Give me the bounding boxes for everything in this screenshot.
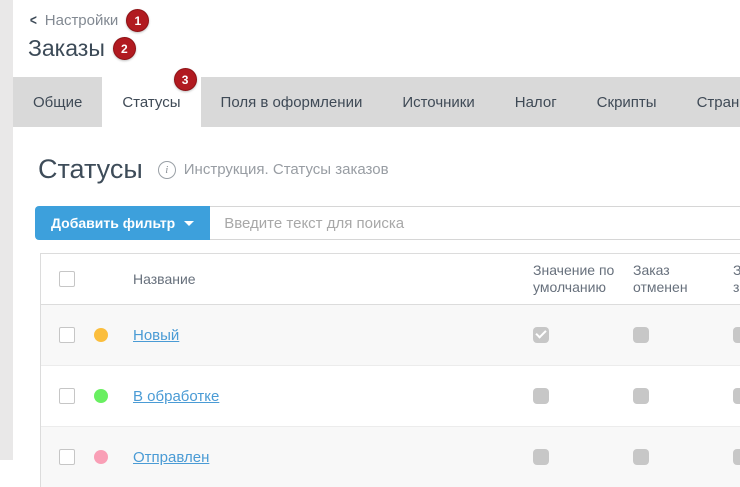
instruction-text: Инструкция. Статусы заказов (184, 161, 389, 178)
order-canceled-checkbox (633, 449, 649, 465)
tab-общие[interactable]: Общие (13, 77, 102, 127)
outer-gray-strip (0, 0, 13, 460)
order-canceled-checkbox (633, 327, 649, 343)
caret-down-icon (184, 221, 194, 226)
breadcrumb-settings-link[interactable]: Настройки (45, 12, 119, 29)
statuses-content: Статусы i Инструкция. Статусы заказов До… (13, 154, 740, 487)
default-value-checkbox (533, 327, 549, 343)
order-completed-checkbox (733, 388, 740, 404)
settings-tabbar: Общие Статусы 3 Поля в оформлении Источн… (13, 77, 740, 127)
status-color-dot (94, 389, 108, 403)
tutorial-badge-1: 1 (126, 9, 149, 32)
status-name-link[interactable]: В обработке (133, 388, 219, 405)
section-head: Статусы i Инструкция. Статусы заказов (35, 154, 740, 185)
statuses-table: Название Значение по умолчанию Заказ отм… (40, 253, 740, 487)
row-select-checkbox[interactable] (59, 449, 75, 465)
filter-bar: Добавить фильтр (35, 206, 740, 240)
tab-статусы[interactable]: Статусы 3 (102, 77, 200, 127)
breadcrumb: < Настройки 1 (29, 9, 740, 32)
color-column-header (89, 254, 123, 304)
column-header-name: Название (123, 254, 529, 304)
status-name-link[interactable]: Новый (133, 327, 179, 344)
orders-settings-page: < Настройки 1 Заказы 2 Общие Статусы 3 П… (13, 0, 740, 487)
add-filter-button[interactable]: Добавить фильтр (35, 206, 210, 240)
row-select-checkbox[interactable] (59, 327, 75, 343)
column-header-canceled: Заказ отменен (629, 254, 729, 304)
table-header-row: Название Значение по умолчанию Заказ отм… (41, 254, 740, 305)
search-input[interactable] (210, 206, 740, 240)
page-title: Заказы (28, 35, 105, 62)
tab-источники[interactable]: Источники (382, 77, 494, 127)
add-filter-label: Добавить фильтр (51, 215, 175, 231)
chevron-left-icon: < (30, 12, 37, 29)
status-name-link[interactable]: Отправлен (133, 449, 209, 466)
section-title: Статусы (38, 154, 143, 185)
column-header-completed: Заказ завершен (729, 254, 740, 304)
page-header: < Настройки 1 Заказы 2 (13, 0, 740, 62)
tutorial-badge-2: 2 (113, 37, 136, 60)
tab-налог[interactable]: Налог (495, 77, 577, 127)
table-row: Новый (41, 305, 740, 365)
default-value-checkbox (533, 449, 549, 465)
tutorial-badge-3: 3 (174, 68, 197, 91)
table-row: Отправлен (41, 426, 740, 487)
order-completed-checkbox (733, 449, 740, 465)
title-row: Заказы 2 (28, 35, 740, 62)
order-canceled-checkbox (633, 388, 649, 404)
instruction-note: i Инструкция. Статусы заказов (158, 161, 389, 179)
tab-поля-в-оформлении[interactable]: Поля в оформлении (201, 77, 383, 127)
table-row: В обработке (41, 365, 740, 426)
info-icon[interactable]: i (158, 161, 176, 179)
default-value-checkbox (533, 388, 549, 404)
status-color-dot (94, 450, 108, 464)
tab-скрипты[interactable]: Скрипты (577, 77, 677, 127)
status-color-dot (94, 328, 108, 342)
row-select-checkbox[interactable] (59, 388, 75, 404)
column-header-default: Значение по умолчанию (529, 254, 629, 304)
select-all-checkbox[interactable] (59, 271, 75, 287)
order-completed-checkbox (733, 327, 740, 343)
tab-страница[interactable]: Страница (677, 77, 740, 127)
